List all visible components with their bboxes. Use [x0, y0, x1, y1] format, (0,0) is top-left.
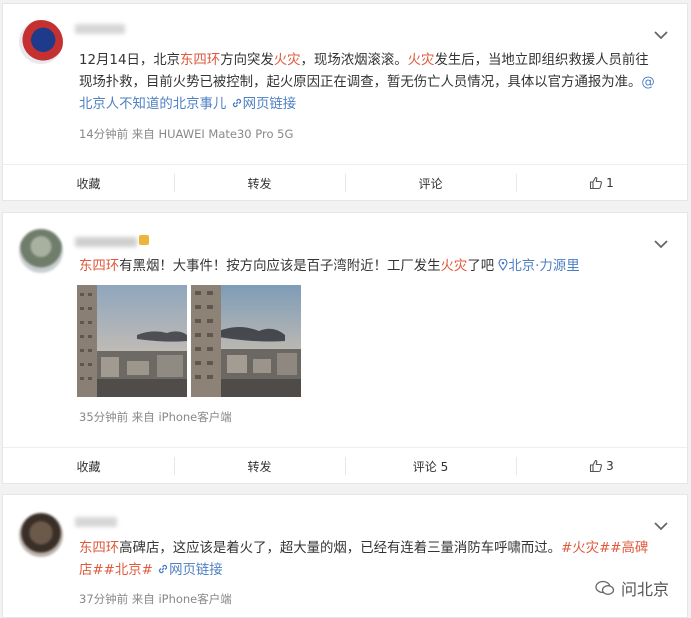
comment-button[interactable]: 评论 5 — [345, 448, 516, 484]
post-photo[interactable] — [77, 285, 187, 397]
chevron-down-icon[interactable] — [653, 521, 669, 531]
post-actions: 收藏 转发 评论 1 — [3, 164, 687, 201]
keyword-link[interactable]: 火灾 — [408, 53, 435, 68]
post-meta: 37分钟前 来自 iPhone客户端 — [79, 592, 232, 606]
username-blurred[interactable] — [75, 24, 125, 34]
repost-button[interactable]: 转发 — [174, 165, 345, 201]
link-icon — [232, 98, 241, 108]
post-actions: 收藏 转发 评论 5 3 — [3, 447, 687, 484]
weibo-post-3: 东四环高碑店，这应该是着火了，超大量的烟，已经有连着三量消防车呼啸而过。#火灾#… — [2, 494, 688, 618]
repost-button[interactable]: 转发 — [174, 448, 345, 484]
keyword-link[interactable]: 东四环 — [180, 53, 220, 68]
chevron-down-icon[interactable] — [653, 239, 669, 249]
post-content: 12月14日，北京东四环方向突发火灾，现场浓烟滚滚。火灾发生后，当地立即组织救援… — [79, 53, 655, 112]
link-icon — [158, 564, 168, 574]
vip-badge — [139, 235, 149, 245]
post-content: 东四环高碑店，这应该是着火了，超大量的烟，已经有连着三量消防车呼啸而过。#火灾#… — [79, 541, 649, 578]
web-link[interactable]: 网页链接 — [231, 97, 296, 112]
favorite-button[interactable]: 收藏 — [3, 165, 174, 201]
like-button[interactable]: 1 — [516, 165, 687, 201]
avatar[interactable] — [19, 229, 63, 273]
location-link[interactable]: 北京·力源里 — [498, 258, 580, 274]
avatar[interactable] — [19, 513, 63, 557]
comment-button[interactable]: 评论 — [345, 165, 516, 201]
post-meta: 14分钟前 来自 HUAWEI Mate30 Pro 5G — [79, 127, 294, 141]
weibo-post-1: 12月14日，北京东四环方向突发火灾，现场浓烟滚滚。火灾发生后，当地立即组织救援… — [2, 3, 688, 201]
chevron-down-icon[interactable] — [653, 30, 669, 40]
username-blurred[interactable] — [75, 517, 117, 527]
like-button[interactable]: 3 — [516, 448, 687, 484]
weibo-post-2: 东四环有黑烟！大事件！按方向应该是百子湾附近！工厂发生火灾了吧 北京·力源里 3… — [2, 212, 688, 484]
keyword-link[interactable]: 东四环 — [79, 259, 119, 274]
web-link[interactable]: 网页链接 — [157, 563, 223, 578]
favorite-button[interactable]: 收藏 — [3, 448, 174, 484]
username-blurred[interactable] — [75, 237, 137, 247]
post-content: 东四环有黑烟！大事件！按方向应该是百子湾附近！工厂发生火灾了吧 北京·力源里 — [79, 258, 580, 274]
keyword-link[interactable]: 东四环 — [79, 541, 119, 556]
keyword-link[interactable]: 火灾 — [274, 53, 301, 68]
wechat-icon — [595, 580, 615, 595]
location-pin-icon — [498, 258, 508, 272]
keyword-link[interactable]: 火灾 — [441, 259, 468, 274]
post-photo[interactable] — [191, 285, 301, 397]
wechat-watermark: 问北京 — [595, 576, 669, 600]
thumbs-up-icon — [590, 459, 603, 473]
thumbs-up-icon — [590, 176, 603, 190]
post-meta: 35分钟前 来自 iPhone客户端 — [79, 410, 232, 424]
avatar[interactable] — [19, 20, 63, 64]
